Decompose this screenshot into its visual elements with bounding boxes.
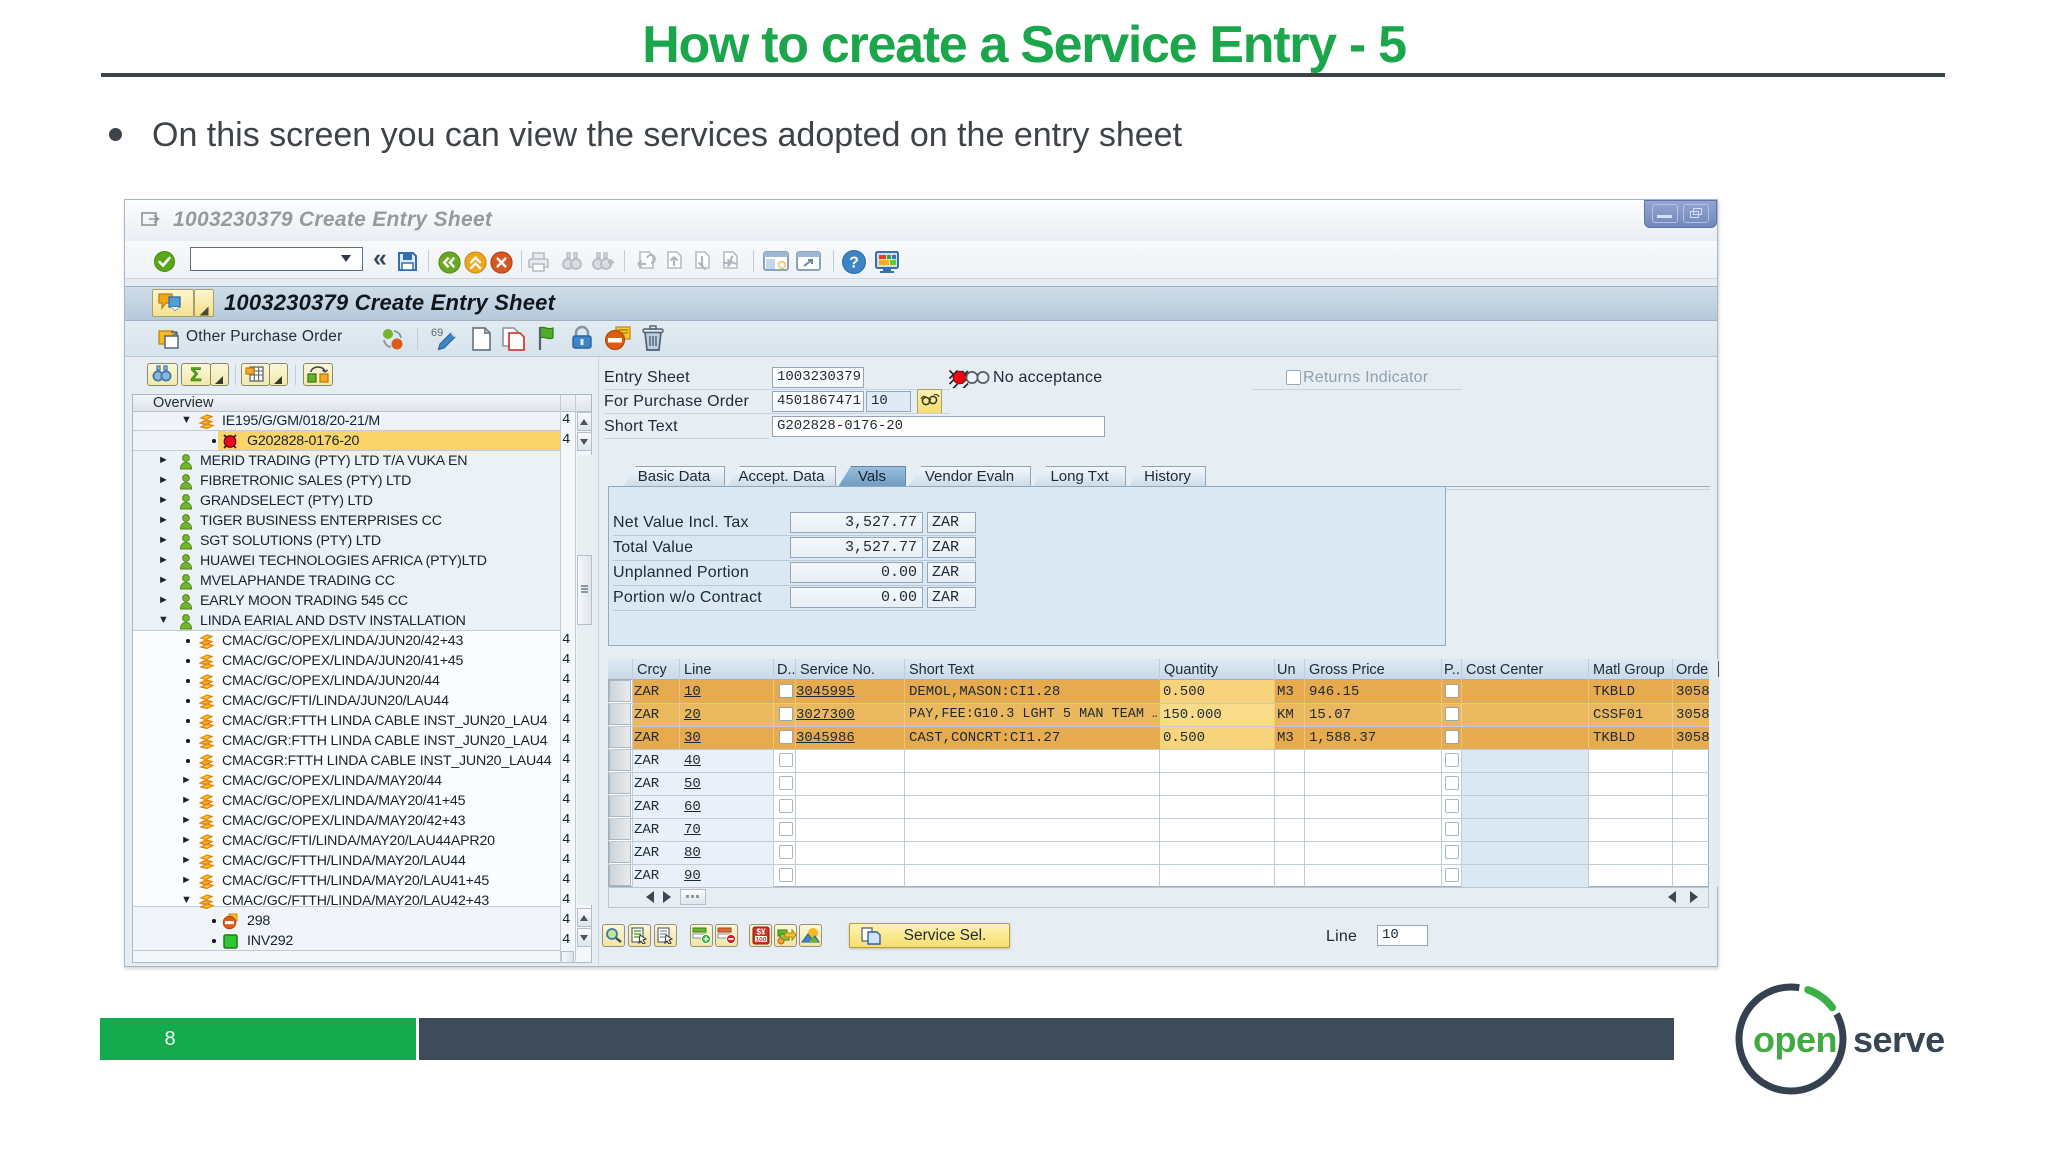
- svg-text:?: ?: [849, 255, 859, 272]
- svg-text:open: open: [1753, 1019, 1837, 1060]
- svg-text:$¥: $¥: [757, 928, 766, 937]
- svg-text:69: 69: [431, 327, 443, 339]
- svg-text:serve: serve: [1853, 1019, 1945, 1060]
- svg-text:Σ: Σ: [190, 365, 201, 385]
- svg-text:100: 100: [756, 936, 767, 943]
